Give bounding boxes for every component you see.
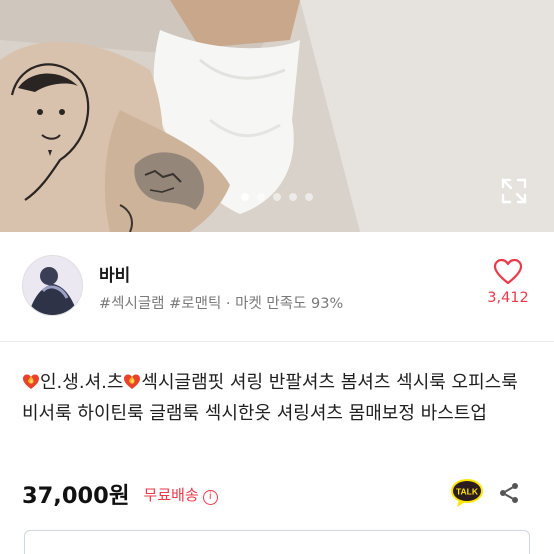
info-icon[interactable]: i [202, 489, 218, 505]
share-icon[interactable] [497, 481, 521, 505]
free-shipping-label[interactable]: 무료배송 i [144, 484, 218, 505]
product-image-carousel[interactable] [0, 0, 554, 232]
avatar[interactable] [22, 255, 83, 316]
favorite-count: 3,412 [487, 290, 529, 306]
expand-icon[interactable] [499, 176, 529, 206]
seller-tags: #섹시글램 #로맨틱 · 마켓 만족도 93% [99, 296, 344, 312]
product-title: 인.생.셔.츠 섹시글램핏 셔링 반팔셔츠 봄셔츠 섹시룩 오피스룩 비서룩 하… [22, 367, 536, 429]
carousel-indicator [0, 193, 554, 201]
seller-avatar-image [23, 256, 82, 315]
talk-label: TALK [456, 487, 479, 497]
seller-section: 바비 #섹시글램 #로맨틱 · 마켓 만족도 93% 3,412 [0, 232, 554, 342]
heart-on-fire-icon [23, 374, 39, 389]
heart-on-fire-icon [124, 374, 141, 389]
carousel-dot[interactable] [289, 193, 297, 201]
carousel-dot[interactable] [273, 193, 281, 201]
kakao-talk-button[interactable]: TALK [450, 478, 484, 508]
seller-name[interactable]: 바비 [99, 261, 130, 286]
heart-icon[interactable] [493, 258, 523, 286]
carousel-dot[interactable] [241, 193, 249, 201]
free-shipping-text: 무료배송 [143, 485, 199, 504]
price-row: 37,000원 무료배송 i [22, 479, 218, 509]
option-select-box[interactable] [24, 530, 530, 554]
product-price: 37,000원 [22, 483, 130, 509]
carousel-dot[interactable] [257, 193, 265, 201]
carousel-dot[interactable] [305, 193, 313, 201]
product-title-part1: 인.생.셔.츠 [40, 372, 124, 393]
favorite-button[interactable]: 3,412 [478, 258, 538, 306]
